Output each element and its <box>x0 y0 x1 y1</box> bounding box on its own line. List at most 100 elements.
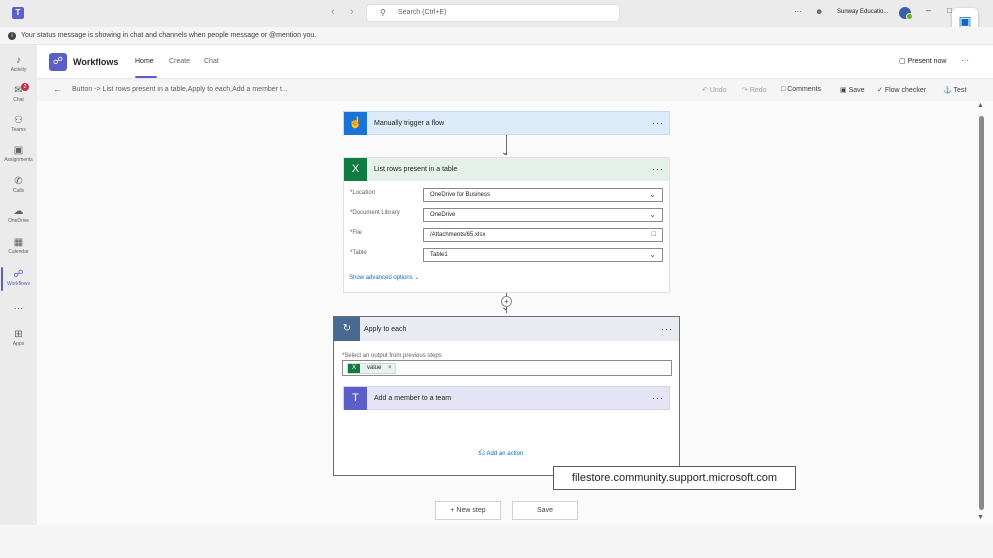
rail-item-apps[interactable]: ⊞ Apps <box>0 325 37 355</box>
folder-icon[interactable]: □ <box>652 231 656 238</box>
show-advanced-options-link[interactable]: Show advanced options ⌄ <box>349 274 419 281</box>
trigger-card[interactable]: ☝ Manually trigger a flow ··· <box>343 111 670 135</box>
breadcrumb: Button -> List rows present in a table,A… <box>72 86 288 93</box>
apply-to-each-scope[interactable]: ↻ Apply to each ··· *Select an output fr… <box>333 316 680 476</box>
test-label: Test <box>953 87 967 94</box>
teams-icon: ⚇ <box>14 115 23 126</box>
loop-icon: ↻ <box>334 317 360 341</box>
document-library-value: OneDrive <box>430 212 456 218</box>
tab-home[interactable]: Home <box>135 58 154 65</box>
avatar[interactable] <box>899 7 913 20</box>
more-options-icon[interactable]: ··· <box>794 7 802 16</box>
test-button[interactable]: ⚓ Test <box>943 86 966 94</box>
org-name[interactable]: Sunway Educatio... <box>837 9 888 15</box>
workflows-icon: ☍ <box>13 269 24 280</box>
location-value: OneDrive for Business <box>430 192 491 198</box>
scroll-up-icon[interactable]: ▲ <box>977 102 984 109</box>
chevron-down-icon: ⌄ <box>414 275 420 281</box>
rail-item-onedrive[interactable]: ☁ OneDrive <box>0 202 37 232</box>
workflows-app-icon: ☍ <box>49 53 67 71</box>
more-options-icon[interactable]: ··· <box>961 56 969 65</box>
present-icon: ▢ <box>899 58 908 65</box>
save-icon: ▣ <box>840 87 849 94</box>
app-header: ☍ Workflows Home Create Chat ▢ Present n… <box>37 45 993 79</box>
flow-checker-button[interactable]: ✓ Flow checker <box>877 86 926 94</box>
file-input[interactable]: /Attachments/65.xlsx □ <box>423 228 663 242</box>
rail-item-teams[interactable]: ⚇ Teams <box>0 111 37 141</box>
select-output-input[interactable]: X value × <box>342 360 672 376</box>
minimize-icon[interactable]: – <box>926 5 931 15</box>
rail-label: Calendar <box>8 249 29 255</box>
table-value: Table1 <box>430 252 448 258</box>
more-icon: ··· <box>13 303 24 314</box>
card-more-icon[interactable]: ··· <box>652 164 664 174</box>
card-more-icon[interactable]: ··· <box>661 324 673 334</box>
rail-label: Assignments <box>4 157 33 163</box>
banner-message: Your status message is showing in chat a… <box>21 32 317 39</box>
rail-item-activity[interactable]: ♪ Activity <box>0 51 37 81</box>
value-token[interactable]: X value × <box>347 363 396 374</box>
flow-checker-label: Flow checker <box>884 87 927 94</box>
back-nav-icon[interactable]: ‹ <box>331 6 335 18</box>
chevron-down-icon: ⌄ <box>649 190 656 199</box>
command-bar: ← Button -> List rows present in a table… <box>37 79 993 101</box>
chevron-down-icon: ⌄ <box>649 210 656 219</box>
rail-item-calendar[interactable]: ▦ Calendar <box>0 233 37 263</box>
rail-label: Activity <box>10 67 27 73</box>
scroll-down-icon[interactable]: ▼ <box>977 514 984 521</box>
unread-badge: 2 <box>21 83 29 91</box>
add-apps-icon: ⊞ <box>14 329 23 340</box>
list-rows-title: List rows present in a table <box>374 166 458 173</box>
apply-to-each-header[interactable]: ↻ Apply to each ··· <box>334 317 679 341</box>
phone-icon: ✆ <box>14 176 23 187</box>
excel-icon: X <box>348 364 360 373</box>
save-button[interactable]: Save <box>512 501 578 520</box>
rail-item-chat[interactable]: ✉ 2 Chat <box>0 81 37 111</box>
list-rows-card[interactable]: X List rows present in a table ··· *Loca… <box>343 157 670 293</box>
comments-button[interactable]: □ Comments <box>781 86 821 93</box>
arrow-down-icon: ⌄ <box>501 302 510 313</box>
active-indicator <box>1 267 3 291</box>
rail-label: Chat <box>13 97 24 103</box>
touch-icon: ☝ <box>344 112 367 135</box>
add-action-label: Add an action <box>486 451 524 457</box>
remove-token-icon[interactable]: × <box>388 365 392 371</box>
card-more-icon[interactable]: ··· <box>652 118 664 128</box>
table-select[interactable]: Table1 ⌄ <box>423 248 663 262</box>
forward-nav-icon[interactable]: › <box>350 6 354 18</box>
cloud-icon: ☁ <box>13 206 24 217</box>
save-command-button[interactable]: ▣ Save <box>840 86 865 94</box>
tab-chat[interactable]: Chat <box>204 58 219 65</box>
select-output-label: *Select an output from previous steps <box>342 353 442 359</box>
scrollbar-thumb[interactable] <box>979 116 984 510</box>
search-input[interactable]: ⚲ Search (Ctrl+E) <box>366 4 620 22</box>
add-action-link[interactable]: ⎌ Add an action <box>478 447 523 458</box>
advanced-label: Show advanced options <box>349 275 413 281</box>
redo-button[interactable]: ↷ Redo <box>742 86 767 94</box>
comments-label: Comments <box>787 86 822 93</box>
tab-create[interactable]: Create <box>169 58 190 65</box>
rail-label: Teams <box>11 127 26 133</box>
apply-to-each-title: Apply to each <box>364 326 407 333</box>
rail-item-workflows[interactable]: ☍ Workflows <box>0 265 37 295</box>
status-banner: i Your status message is showing in chat… <box>0 27 993 45</box>
redo-icon: ↷ <box>742 87 750 94</box>
document-library-select[interactable]: OneDrive ⌄ <box>423 208 663 222</box>
list-rows-header[interactable]: X List rows present in a table ··· <box>344 158 669 181</box>
new-step-button[interactable]: + New step <box>435 501 501 520</box>
person-icon[interactable]: ☻ <box>815 7 823 16</box>
card-more-icon[interactable]: ··· <box>652 393 664 403</box>
location-select[interactable]: OneDrive for Business ⌄ <box>423 188 663 202</box>
add-member-title: Add a member to a team <box>374 395 452 402</box>
back-arrow-icon[interactable]: ← <box>53 84 62 94</box>
undo-button[interactable]: ↶ Undo <box>702 86 727 94</box>
rail-item-calls[interactable]: ✆ Calls <box>0 172 37 202</box>
active-tab-indicator <box>135 76 157 78</box>
rail-label: Apps <box>12 341 25 347</box>
undo-icon: ↶ <box>702 87 710 94</box>
search-placeholder: Search (Ctrl+E) <box>398 9 447 16</box>
rail-item-assignments[interactable]: ▣ Assignments <box>0 141 37 171</box>
add-member-card[interactable]: T Add a member to a team ··· <box>343 386 670 410</box>
present-now-button[interactable]: ▢ Present now <box>899 57 946 65</box>
teams-icon: T <box>344 387 367 410</box>
